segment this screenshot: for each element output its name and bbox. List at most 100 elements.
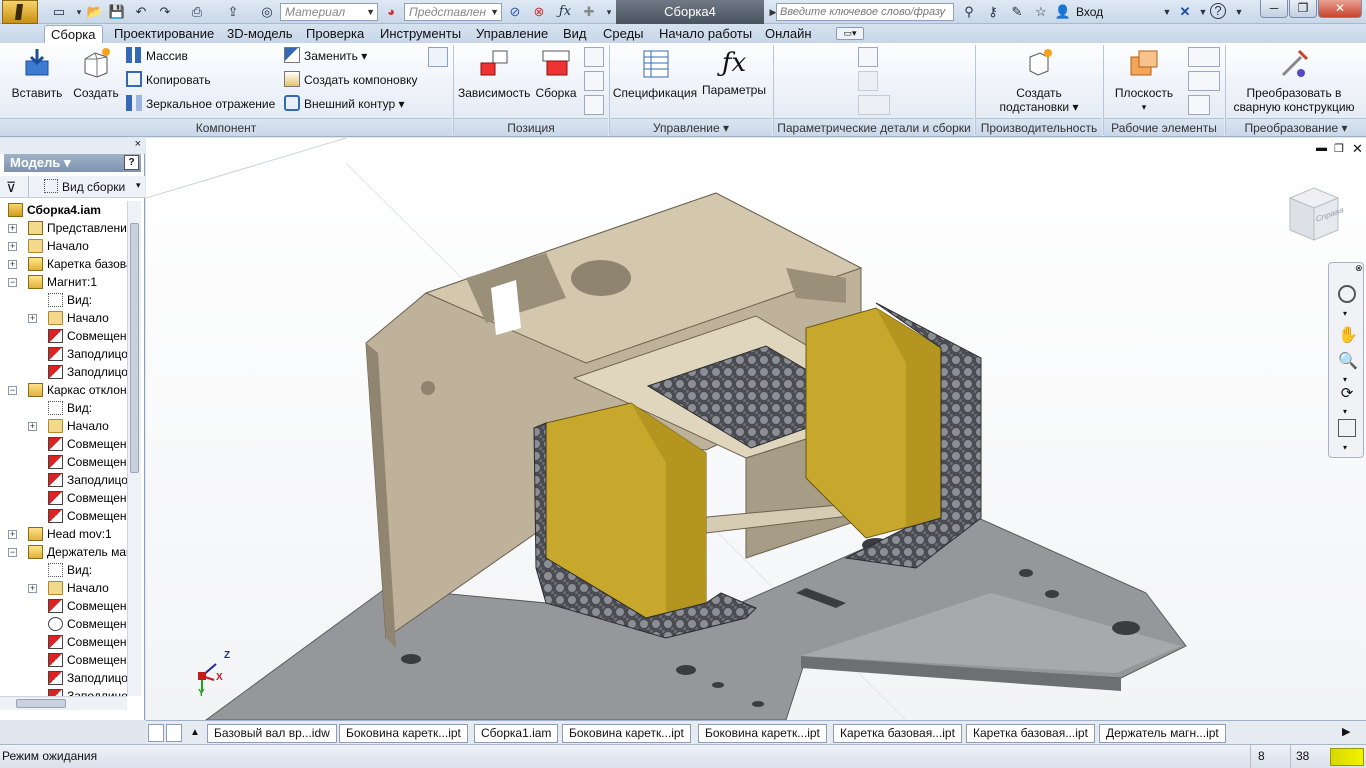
expand-icon[interactable]: + (28, 314, 37, 323)
appearance-icon[interactable]: ◕ (382, 3, 400, 21)
assembly-view-selector[interactable]: Вид сборки (62, 178, 125, 196)
exchange-apps-icon[interactable]: ✕ (1176, 3, 1194, 21)
hscroll-thumb[interactable] (16, 699, 66, 708)
tile-windows-icon[interactable] (148, 724, 164, 742)
expand-icon[interactable]: + (28, 584, 37, 593)
browser-close-icon[interactable]: × (135, 138, 141, 150)
doc-tab[interactable]: Боковина каретк...ipt (698, 724, 827, 743)
tab-design[interactable]: Проектирование (108, 25, 220, 43)
tree-node[interactable]: Заподлицо: (0, 471, 127, 489)
tree-node[interactable]: Вид: (0, 291, 127, 309)
doc-tab[interactable]: Каретка базовая...ipt (966, 724, 1095, 743)
view-dropdown-icon[interactable]: ▾ (136, 180, 141, 191)
ribbon-minimize-toggle[interactable]: ▭▾ (836, 27, 864, 40)
constrain-button[interactable]: Зависимость (458, 47, 530, 100)
steering-dropdown-icon[interactable]: ▾ (1343, 309, 1347, 318)
tab-tools[interactable]: Инструменты (374, 25, 467, 43)
collapse-icon[interactable]: − (8, 548, 17, 557)
color-wheel-icon[interactable]: ◎ (258, 3, 276, 21)
close-button[interactable]: ✕ (1318, 0, 1362, 18)
new-file-icon[interactable]: ▭ (50, 3, 68, 21)
joint-icon[interactable] (584, 47, 604, 67)
tree-node[interactable]: Заподлицо: (0, 363, 127, 381)
create-layout-button[interactable]: Создать компоновку (284, 70, 417, 90)
axis-icon[interactable] (1188, 47, 1220, 67)
plane-button[interactable]: Плоскость ▾ (1112, 47, 1176, 114)
tabs-scroll-right-icon[interactable]: ▶ (1342, 725, 1350, 738)
scroll-thumb[interactable] (130, 223, 139, 473)
pattern-button[interactable]: Массив (126, 46, 188, 66)
doc-tab[interactable]: Держатель магн...ipt (1099, 724, 1226, 743)
tab-get-started[interactable]: Начало работы (653, 25, 758, 43)
tab-assemble[interactable]: Сборка (44, 25, 103, 43)
tree-node[interactable]: Совмещени (0, 507, 127, 525)
tab-environments[interactable]: Среды (597, 25, 650, 43)
view-cube[interactable]: Справа (1284, 184, 1344, 244)
replace-button[interactable]: Заменить ▾ (284, 46, 367, 66)
doc-tab[interactable]: Сборка1.iam (474, 724, 559, 743)
ucs-icon[interactable] (1188, 95, 1210, 115)
signin-dropdown-icon[interactable]: ▼ (1158, 3, 1176, 21)
tree-node[interactable]: + Каретка базова (0, 255, 127, 273)
point-icon[interactable] (1188, 71, 1220, 91)
copy-button[interactable]: Копировать (126, 70, 211, 90)
pan-hand-icon[interactable]: ✋ (1338, 327, 1358, 345)
rotate-icon[interactable] (584, 95, 604, 115)
tree-node[interactable]: − Держатель маг (0, 543, 127, 561)
tab-view[interactable]: Вид (557, 25, 593, 43)
tree-node[interactable]: Заподлицо: (0, 345, 127, 363)
tree-node[interactable]: Совмещени (0, 327, 127, 345)
tree-node[interactable]: − Магнит:1 (0, 273, 127, 291)
tab-manage[interactable]: Управление (470, 25, 554, 43)
tree-node[interactable]: + Начало (0, 237, 127, 255)
tree-node[interactable]: + Представления (0, 219, 127, 237)
expand-icon[interactable]: + (8, 260, 17, 269)
tree-node[interactable]: Совмещени (0, 453, 127, 471)
mirror-button[interactable]: Зеркальное отражение (126, 94, 275, 114)
doc-tab[interactable]: Боковина каретк...ipt (562, 724, 691, 743)
clear-overrides-icon[interactable]: ⊗ (530, 3, 548, 21)
tree-node[interactable]: Совмещени (0, 435, 127, 453)
tree-node[interactable]: − Каркас отклоня (0, 381, 127, 399)
update-icon[interactable]: ⇪ (224, 3, 242, 21)
user-icon[interactable]: 👤 (1054, 3, 1072, 21)
restore-button[interactable]: ❐ (1289, 0, 1317, 18)
tree-node[interactable]: + Head mov:1 (0, 525, 127, 543)
tree-node[interactable]: Сборка4.iam (0, 201, 127, 219)
binoculars-icon[interactable]: ⚲ (960, 3, 978, 21)
zoom-dropdown-icon[interactable]: ▾ (1343, 375, 1347, 384)
steering-wheel-icon[interactable] (1338, 285, 1356, 303)
tree-node[interactable]: Совмещени (0, 597, 127, 615)
3d-model-render[interactable] (146, 138, 1366, 720)
viewport-close-icon[interactable]: ✕ (1352, 141, 1363, 157)
tree-node[interactable]: + Начало (0, 417, 127, 435)
representation-combo[interactable]: Представлен ▼ (404, 3, 502, 21)
cascade-windows-icon[interactable] (166, 724, 182, 742)
favorites-star-icon[interactable]: ☆ (1032, 3, 1050, 21)
tab-online[interactable]: Онлайн (759, 25, 818, 43)
tree-horizontal-scrollbar[interactable] (0, 696, 127, 710)
shrinkwrap-button[interactable]: Внешний контур ▾ (284, 94, 405, 114)
plus-icon[interactable]: ✚ (580, 3, 598, 21)
browser-help-icon[interactable]: ? (124, 155, 139, 170)
tree-vertical-scrollbar[interactable] (127, 201, 141, 696)
look-at-icon[interactable] (1338, 419, 1356, 437)
orbit-dropdown-icon[interactable]: ▾ (1343, 407, 1347, 416)
expand-icon[interactable]: + (8, 224, 17, 233)
communication-icon[interactable]: ✎ (1008, 3, 1026, 21)
navbar-close-icon[interactable]: ⊗ (1355, 263, 1363, 274)
tree-node[interactable]: Совмещени (0, 651, 127, 669)
tab-3d-model[interactable]: 3D-модель (221, 25, 299, 43)
doc-tab[interactable]: Боковина каретк...ipt (339, 724, 468, 743)
tree-node[interactable]: Совмещени (0, 615, 127, 633)
app-logo-icon[interactable] (2, 0, 38, 24)
redo-icon[interactable]: ↷ (156, 3, 174, 21)
doc-tab[interactable]: Каретка базовая...ipt (833, 724, 962, 743)
collapse-icon[interactable]: − (8, 278, 17, 287)
undo-icon[interactable]: ↶ (132, 3, 150, 21)
zoom-icon[interactable]: 🔍 (1338, 353, 1358, 371)
assemble-button[interactable]: Сборка (534, 47, 578, 100)
print-icon[interactable]: ⎙ (188, 3, 206, 21)
tab-inspect[interactable]: Проверка (300, 25, 370, 43)
group-label-manage[interactable]: Управление ▾ (610, 118, 772, 136)
